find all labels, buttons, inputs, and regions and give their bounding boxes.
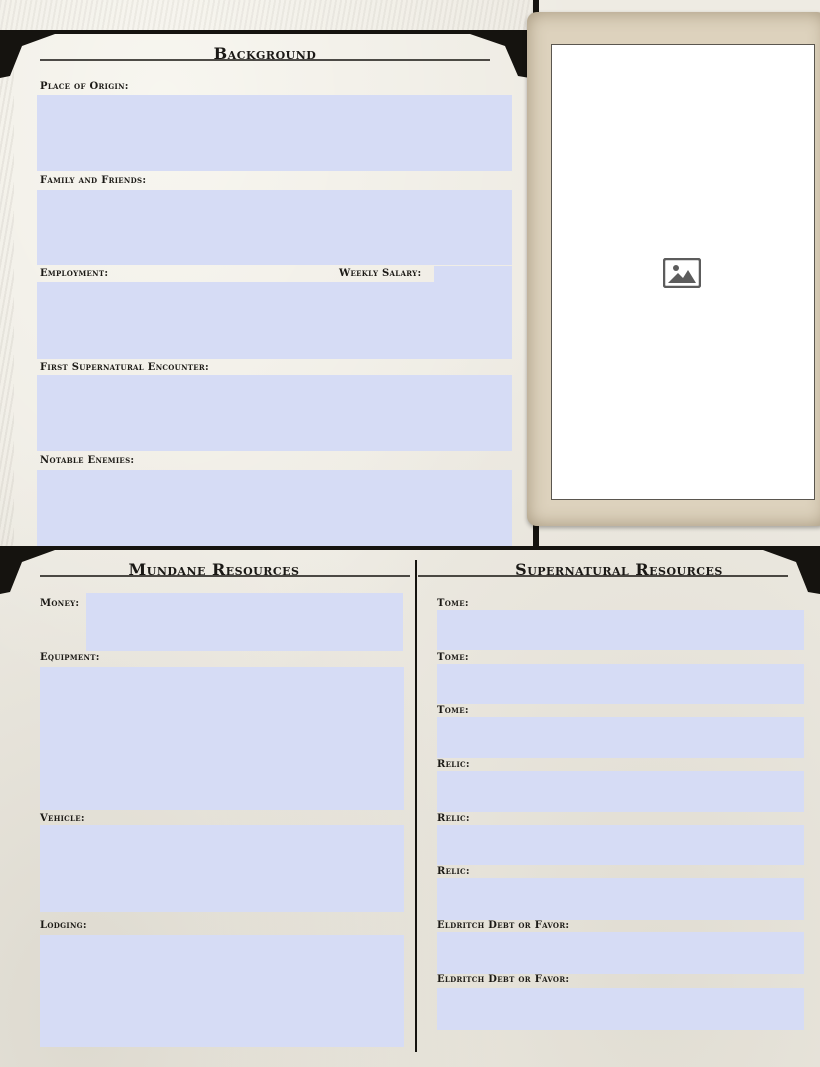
place-of-origin-field[interactable] <box>37 95 512 171</box>
tome-field[interactable] <box>437 664 804 704</box>
relic-label: Relic: <box>437 866 470 877</box>
money-field[interactable] <box>86 593 403 651</box>
paper-texture-top <box>0 0 535 30</box>
vehicle-field[interactable] <box>40 825 404 912</box>
tome-label: Tome: <box>437 652 469 663</box>
equipment-label: Equipment: <box>40 652 100 663</box>
employment-field[interactable] <box>37 282 512 359</box>
equipment-field[interactable] <box>40 667 404 810</box>
place-of-origin-label: Place of Origin: <box>40 81 129 92</box>
weekly-salary-field[interactable] <box>434 266 512 283</box>
money-label: Money: <box>40 598 80 609</box>
eldritch-debt-field[interactable] <box>437 932 804 974</box>
eldritch-debt-label: Eldritch Debt or Favor: <box>437 920 570 931</box>
eldritch-debt-label: Eldritch Debt or Favor: <box>437 974 570 985</box>
supernatural-title: Supernatural Resources <box>515 560 723 579</box>
tome-field[interactable] <box>437 717 804 758</box>
notable-enemies-field[interactable] <box>37 470 512 546</box>
eldritch-debt-field[interactable] <box>437 988 804 1030</box>
mundane-banner: Mundane Resources <box>0 548 414 594</box>
tome-label: Tome: <box>437 705 469 716</box>
resources-divider <box>415 560 417 1052</box>
lodging-label: Lodging: <box>40 920 87 931</box>
family-friends-field[interactable] <box>37 190 512 265</box>
relic-field[interactable] <box>437 878 804 920</box>
relic-field[interactable] <box>437 771 804 812</box>
first-encounter-field[interactable] <box>37 375 512 451</box>
mundane-title: Mundane Resources <box>128 560 300 579</box>
notable-enemies-label: Notable Enemies: <box>40 455 135 466</box>
tome-label: Tome: <box>437 598 469 609</box>
first-encounter-label: First Supernatural Encounter: <box>40 362 210 373</box>
background-title: Background <box>213 44 317 63</box>
supernatural-banner: Supernatural Resources <box>418 548 820 594</box>
background-banner: Background <box>0 32 530 78</box>
weekly-salary-label: Weekly Salary: <box>339 268 422 279</box>
lodging-field[interactable] <box>40 935 404 1047</box>
employment-label: Employment: <box>40 268 109 279</box>
relic-label: Relic: <box>437 759 470 770</box>
relic-field[interactable] <box>437 825 804 865</box>
vehicle-label: Vehicle: <box>40 813 85 824</box>
relic-label: Relic: <box>437 813 470 824</box>
tome-field[interactable] <box>437 610 804 650</box>
image-placeholder-icon[interactable] <box>662 257 702 289</box>
paper-texture-left <box>0 30 14 550</box>
family-friends-label: Family and Friends: <box>40 175 147 186</box>
